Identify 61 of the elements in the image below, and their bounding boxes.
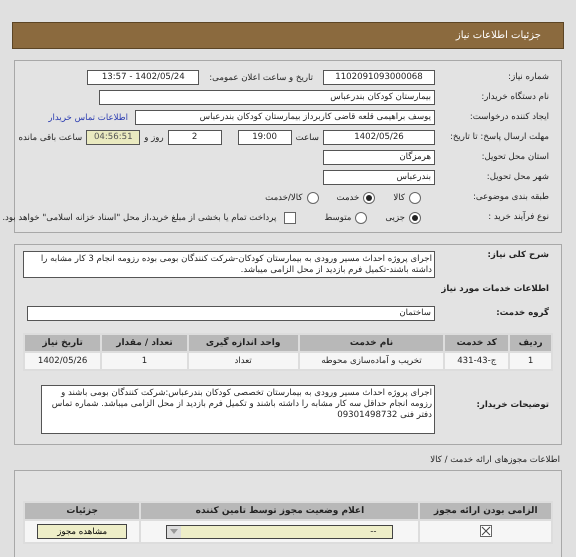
radio-label: کالا/خدمت (265, 192, 302, 202)
need-number-field[interactable]: 1102091093000068 (323, 70, 435, 85)
table-cell: تخریب و آماده‌سازی محوطه (298, 352, 444, 370)
field-label: شماره نیاز: (507, 72, 550, 82)
time-label: ساعت (296, 132, 319, 142)
radio-label: خدمت (336, 192, 360, 202)
table-cell: 1 (509, 352, 552, 370)
table-cell: 1402/05/26 (24, 352, 102, 370)
radio-button[interactable] (306, 192, 318, 204)
radio-button[interactable] (363, 192, 376, 204)
service-group-field[interactable]: ساختمان (27, 306, 435, 322)
column-header: تعداد / مقدار (101, 334, 188, 352)
radio-label: کالا (393, 192, 405, 202)
description-field[interactable]: اجرای پروژه احداث مسیر ورودی به بیمارستان کودکان-شرکت کنندگان بومی بوده رزومه انجام 3 کار مشابه را داشته باشند-تکمیل فرم بازدید از محل الزامی میباشد. (23, 251, 435, 278)
deadline-date-field[interactable]: 1402/05/26 (323, 130, 435, 145)
column-header: کد خدمت (444, 334, 510, 352)
radio-label: جزیی (385, 212, 405, 222)
field-label: نوع فرآیند خرید : (487, 212, 550, 222)
buyer-name-field[interactable]: بیمارستان کودکان بندرعباس (99, 90, 435, 105)
province-field[interactable]: هرمزگان (323, 150, 435, 165)
payment-note: پرداخت تمام یا بخشی از مبلغ خرید،از محل "اسناد خزانه اسلامی" خواهد بود. (2, 212, 276, 222)
table-cell: ج-43-431 (444, 352, 510, 370)
deadline-time-field[interactable]: 19:00 (238, 130, 292, 145)
buyer-notes-field[interactable]: اجرای پروژه احداث مسیر ورودی به بیمارستان تخصصی کودکان بندرعباس:شرکت کنندگان بومی باشند و رزومه انجام حداقل سه کار مشابه را داشته باشند و تکمیل فرم بازدید از محل الزامی میباشد. شماره تماس دفتر فنی 09301498732 (41, 385, 435, 434)
checkbox[interactable] (284, 212, 296, 224)
radio-button[interactable] (409, 192, 421, 204)
status-dropdown[interactable]: -- (166, 524, 394, 539)
field-label: توضیحات خریدار: (475, 399, 550, 411)
requester-field[interactable]: یوسف براهیمی قلعه قاضی کاربرداز بیمارستان کودکان بندرعباس (135, 110, 435, 125)
column-header: جزئیات (24, 502, 140, 520)
column-header: واحد اندازه گیری (188, 334, 299, 352)
days-label: روز و (144, 132, 164, 142)
field-label: استان محل تحویل: (480, 152, 550, 162)
field-label: ایجاد کننده درخواست: (468, 112, 550, 122)
field-label: شرح کلی نیاز: (486, 251, 550, 260)
field-label: تاریخ و ساعت اعلان عمومی: (209, 72, 313, 82)
field-label: مهلت ارسال پاسخ: تا تاریخ: (448, 132, 550, 142)
view-license-button[interactable]: مشاهده مجوز (37, 524, 128, 540)
section-title: اطلاعات خدمات مورد نیاز (440, 284, 549, 294)
table-cell: 1 (101, 352, 188, 370)
field-label: گروه خدمت: (495, 309, 550, 319)
column-header: نام خدمت (298, 334, 444, 352)
table-cell: تعداد (188, 352, 299, 370)
buyer-contact-link[interactable]: اطلاعات تماس خریدار (48, 112, 128, 122)
remaining-label: ساعت باقی مانده (18, 132, 82, 142)
column-header: اعلام وضعیت مجوز توسط تامین کننده (140, 502, 420, 520)
field-label: شهر محل تحویل: (486, 172, 550, 182)
radio-label: متوسط (324, 212, 352, 222)
city-field[interactable]: بندرعباس (323, 170, 435, 185)
column-header: ردیف (509, 334, 552, 352)
remaining-time-field: 04:56:51 (86, 130, 140, 145)
radio-button[interactable] (409, 212, 421, 224)
column-header: تاریخ نیاز (24, 334, 102, 352)
header-title: جزئیات اطلاعات نیاز (456, 30, 541, 41)
section-title: اطلاعات مجوزهای ارائه خدمت / کالا (429, 455, 560, 466)
days-field[interactable]: 2 (168, 130, 222, 145)
field-label: نام دستگاه خریدار: (480, 92, 550, 102)
column-header: الزامی بودن ارائه مجوز (419, 502, 552, 520)
field-label: طبقه بندی موضوعی: (472, 192, 550, 202)
radio-button[interactable] (355, 212, 368, 224)
announce-date-field[interactable]: 1402/05/24 - 13:57 (87, 70, 200, 85)
